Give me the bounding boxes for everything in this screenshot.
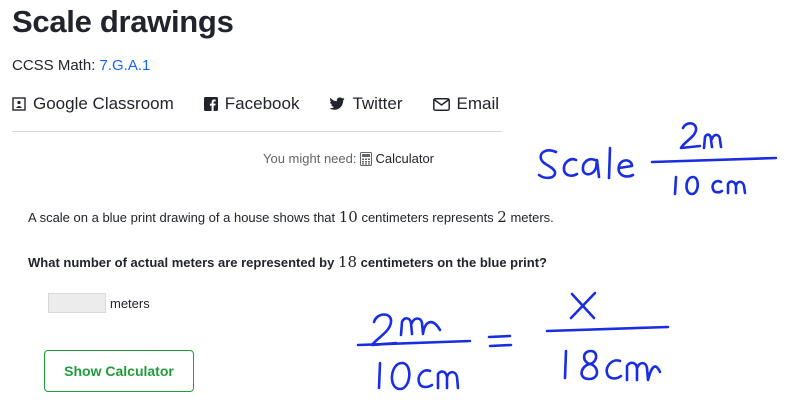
share-bar: Google Classroom Facebook Twitter Email [12, 94, 529, 114]
share-email[interactable]: Email [432, 94, 500, 114]
question-text-part: meters. [506, 210, 554, 225]
share-twitter-label: Twitter [352, 94, 403, 113]
number-2: 2 [497, 208, 507, 226]
prompt-text-part: What number of actual meters are represe… [28, 255, 338, 270]
number-10: 10 [338, 208, 358, 226]
google-classroom-icon [12, 97, 26, 111]
handwritten-scale-fraction [650, 122, 778, 196]
share-google-classroom-label: Google Classroom [33, 94, 174, 113]
ccss-code-link[interactable]: 7.G.A.1 [100, 57, 151, 74]
ccss-standard: CCSS Math: 7.G.A.1 [12, 57, 150, 74]
envelope-icon [432, 97, 450, 111]
question-text-part: A scale on a blue print drawing of a hou… [28, 210, 339, 225]
question-text-part: centimeters represents [357, 210, 498, 225]
show-calculator-button[interactable]: Show Calculator [44, 350, 194, 392]
calculator-icon [360, 151, 373, 166]
might-need-label: You might need: [263, 151, 357, 166]
share-email-label: Email [456, 94, 500, 113]
header-divider [12, 131, 502, 132]
handwritten-scale-word [537, 146, 635, 180]
ccss-prefix: CCSS Math: [12, 57, 100, 74]
tools-needed: You might need: Calculator [263, 151, 434, 166]
share-facebook[interactable]: Facebook [203, 94, 300, 114]
calculator-tool: Calculator [360, 151, 434, 166]
question-text: A scale on a blue print drawing of a hou… [28, 208, 554, 226]
number-18: 18 [337, 253, 358, 271]
calculator-label: Calculator [375, 151, 435, 166]
twitter-icon [329, 97, 345, 110]
question-prompt: What number of actual meters are represe… [28, 253, 547, 271]
share-twitter[interactable]: Twitter [329, 94, 403, 114]
answer-unit: meters [110, 295, 150, 311]
prompt-text-part: centimeters on the blue print? [357, 255, 547, 270]
answer-input[interactable] [48, 293, 106, 313]
share-facebook-label: Facebook [224, 94, 300, 113]
page-title: Scale drawings [12, 4, 234, 39]
handwritten-equation [356, 291, 670, 391]
share-google-classroom[interactable]: Google Classroom [12, 94, 174, 114]
facebook-icon [203, 97, 218, 111]
answer-row: meters [28, 293, 150, 313]
